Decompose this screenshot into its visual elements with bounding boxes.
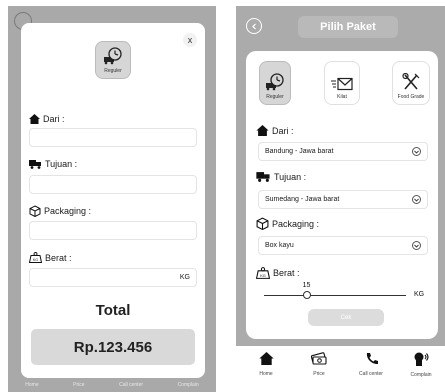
chevron-down-icon <box>412 147 421 156</box>
box-icon <box>29 205 41 217</box>
berat-slider-track[interactable] <box>264 295 406 296</box>
tile-label-reguler: Reguler <box>266 94 284 100</box>
total-label: Total <box>95 302 131 319</box>
berat-label-row: KG Berat : <box>29 252 72 263</box>
total-price: Rp.123.456 <box>31 329 195 365</box>
tujuan-label-row: Tujuan : <box>256 171 306 182</box>
nav-complain[interactable]: Complain <box>401 352 441 378</box>
nav-home[interactable]: Home <box>246 352 286 377</box>
tujuan-input[interactable] <box>29 175 197 194</box>
chevron-down-icon <box>412 195 421 204</box>
dari-value: Bandung - Jawa barat <box>265 148 334 155</box>
home-icon <box>258 352 274 365</box>
tujuan-label: Tujuan : <box>274 171 307 182</box>
clock-truck-icon <box>266 73 284 91</box>
nav-price-label: Price <box>313 371 325 377</box>
tujuan-label-row: Tujuan : <box>29 159 77 169</box>
phone-icon <box>366 353 378 365</box>
tile-kilat[interactable]: Kilat <box>324 61 360 105</box>
berat-label-row: KG Berat : <box>256 267 300 279</box>
berat-unit: KG <box>179 274 190 281</box>
packaging-select[interactable]: Box kayu <box>258 236 428 255</box>
package-form-panel: Reguler Kilat Food Grade Dari: Bandung … <box>246 51 438 339</box>
berat-slider-thumb[interactable] <box>302 291 311 299</box>
berat-slider-value: 15 <box>302 282 311 289</box>
packaging-input[interactable] <box>29 221 197 240</box>
box-icon <box>256 217 269 230</box>
bottom-nav: Home Price Call center Complain <box>236 346 445 392</box>
chevron-left-icon <box>251 23 256 29</box>
packaging-label-row: Packaging : <box>29 205 91 217</box>
dari-label-row: Dari : <box>256 125 294 136</box>
clock-truck-icon <box>104 47 122 65</box>
packaging-label: Packaging : <box>272 218 320 229</box>
tile-label-kilat: Kilat <box>337 94 347 100</box>
tile-food-grade[interactable]: Food Grade <box>392 61 430 105</box>
truck-icon <box>256 172 270 182</box>
packaging-value: Box kayu <box>265 242 294 249</box>
berat-input[interactable]: KG <box>29 268 197 287</box>
chevron-down-icon <box>412 241 421 250</box>
house-icon <box>256 125 269 136</box>
packaging-label: Packaging : <box>44 206 92 216</box>
money-icon <box>311 352 327 365</box>
nav-home[interactable]: Home <box>25 382 38 388</box>
weight-kg-icon: KG <box>256 267 270 279</box>
house-icon <box>29 114 40 124</box>
tile-reguler[interactable]: Reguler <box>259 61 291 105</box>
weight-kg-icon: KG <box>29 252 42 263</box>
tujuan-select[interactable]: Sumedang - Jawa barat <box>258 190 428 209</box>
left-bottom-nav: Home Price Call center Complain <box>8 378 216 392</box>
berat-label: Berat : <box>45 252 72 263</box>
left-screen: x Reguler Dari : Tujuan: Packaging: KG… <box>8 6 216 392</box>
packaging-label-row: Packaging : <box>256 217 319 230</box>
truck-icon <box>29 160 41 169</box>
svg-text:KG: KG <box>33 258 38 262</box>
fast-envelope-icon <box>331 77 353 91</box>
tile-reguler[interactable]: Reguler <box>95 41 131 79</box>
tujuan-value: Sumedang - Jawa barat <box>265 196 340 203</box>
right-screen: Pilih Paket Reguler Kilat Food Grade Dar… <box>236 6 445 392</box>
nav-price[interactable]: Price <box>299 352 339 377</box>
dari-label: Dari : <box>43 114 65 124</box>
speaking-person-icon <box>414 352 429 366</box>
dari-label: Dari : <box>272 125 294 136</box>
nav-call-center-label: Call center <box>359 371 383 377</box>
total-modal: x Reguler Dari : Tujuan: Packaging: KG… <box>21 23 205 378</box>
nav-complain-label: Complain <box>410 372 432 378</box>
cek-button[interactable]: Cek <box>308 309 384 326</box>
berat-label: Berat : <box>273 268 300 278</box>
nav-call-center[interactable]: Call center <box>351 352 391 377</box>
nav-complain[interactable]: Complain <box>178 382 199 388</box>
close-button[interactable]: x <box>183 33 197 47</box>
fork-knife-icon <box>402 73 420 90</box>
tile-label-food-grade: Food Grade <box>397 94 425 100</box>
nav-price[interactable]: Price <box>73 382 84 388</box>
nav-call-center[interactable]: Call center <box>119 382 143 388</box>
svg-text:KG: KG <box>260 273 266 278</box>
dari-select[interactable]: Bandung - Jawa barat <box>258 142 428 161</box>
dari-input[interactable] <box>29 128 197 147</box>
tujuan-label: Tujuan : <box>45 159 78 169</box>
nav-home-label: Home <box>259 371 273 377</box>
dari-label-row: Dari : <box>29 114 65 124</box>
page-title: Pilih Paket <box>298 16 398 38</box>
back-button[interactable] <box>246 18 262 34</box>
tile-label: Reguler <box>104 68 122 74</box>
berat-unit: KG <box>414 291 425 298</box>
